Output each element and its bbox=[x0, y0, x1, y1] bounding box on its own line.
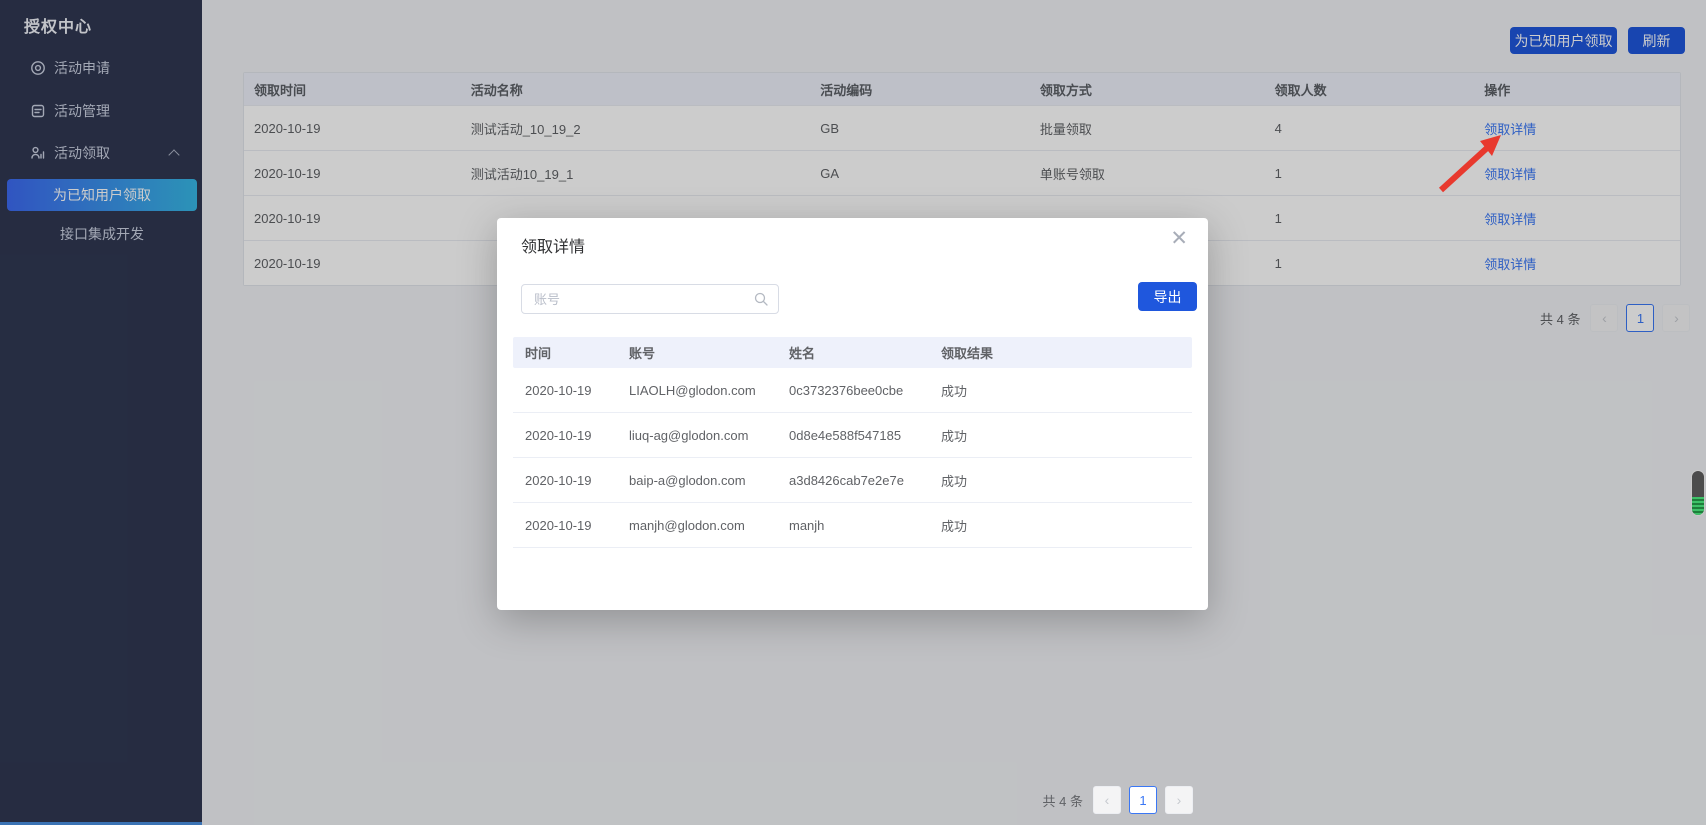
cell-name: 0d8e4e588f547185 bbox=[777, 428, 929, 443]
cell-date: 2020-10-19 bbox=[513, 518, 617, 533]
search-icon bbox=[753, 291, 769, 312]
cell-account: manjh@glodon.com bbox=[617, 518, 777, 533]
cell-account: LIAOLH@glodon.com bbox=[617, 383, 777, 398]
claim-detail-modal: 领取详情 ✕ 导出 时间 账号 姓名 领取结果 2020-10-19 LIAOL… bbox=[497, 218, 1208, 610]
cell-result: 成功 bbox=[929, 381, 1192, 400]
cell-date: 2020-10-19 bbox=[513, 383, 617, 398]
cell-name: manjh bbox=[777, 518, 929, 533]
modal-pagination: 共 4 条 ‹ 1 › bbox=[1043, 786, 1193, 814]
column-header: 姓名 bbox=[777, 343, 929, 362]
prev-page-button[interactable]: ‹ bbox=[1093, 786, 1121, 814]
account-search bbox=[521, 284, 779, 314]
column-header: 账号 bbox=[617, 343, 777, 362]
cell-account: baip-a@glodon.com bbox=[617, 473, 777, 488]
column-header: 时间 bbox=[513, 343, 617, 362]
screen: 授权中心 活动申请 活动管理 活动领取 为已知用户领取 接口集成开发 bbox=[0, 0, 1706, 825]
close-icon[interactable]: ✕ bbox=[1170, 228, 1188, 249]
claim-detail-table-header: 时间 账号 姓名 领取结果 bbox=[513, 337, 1192, 368]
table-row: 2020-10-19 liuq-ag@glodon.com 0d8e4e588f… bbox=[513, 413, 1192, 458]
cell-name: 0c3732376bee0cbe bbox=[777, 383, 929, 398]
cell-date: 2020-10-19 bbox=[513, 428, 617, 443]
column-header: 领取结果 bbox=[929, 343, 1192, 362]
next-page-button[interactable]: › bbox=[1165, 786, 1193, 814]
cell-name: a3d8426cab7e2e7e bbox=[777, 473, 929, 488]
recorder-progress bbox=[1692, 497, 1704, 515]
cell-account: liuq-ag@glodon.com bbox=[617, 428, 777, 443]
export-button[interactable]: 导出 bbox=[1138, 282, 1197, 311]
modal-title: 领取详情 bbox=[521, 233, 585, 257]
pagination-total: 共 4 条 bbox=[1043, 791, 1083, 810]
account-search-input[interactable] bbox=[521, 284, 779, 314]
cell-result: 成功 bbox=[929, 516, 1192, 535]
cell-result: 成功 bbox=[929, 426, 1192, 445]
table-row: 2020-10-19 manjh@glodon.com manjh 成功 bbox=[513, 503, 1192, 548]
table-row: 2020-10-19 baip-a@glodon.com a3d8426cab7… bbox=[513, 458, 1192, 503]
cell-result: 成功 bbox=[929, 471, 1192, 490]
table-row: 2020-10-19 LIAOLH@glodon.com 0c3732376be… bbox=[513, 368, 1192, 413]
page-number-button[interactable]: 1 bbox=[1129, 786, 1157, 814]
scrollbar-thumb[interactable] bbox=[1691, 470, 1705, 516]
claim-detail-table: 时间 账号 姓名 领取结果 2020-10-19 LIAOLH@glodon.c… bbox=[513, 337, 1192, 548]
cell-date: 2020-10-19 bbox=[513, 473, 617, 488]
